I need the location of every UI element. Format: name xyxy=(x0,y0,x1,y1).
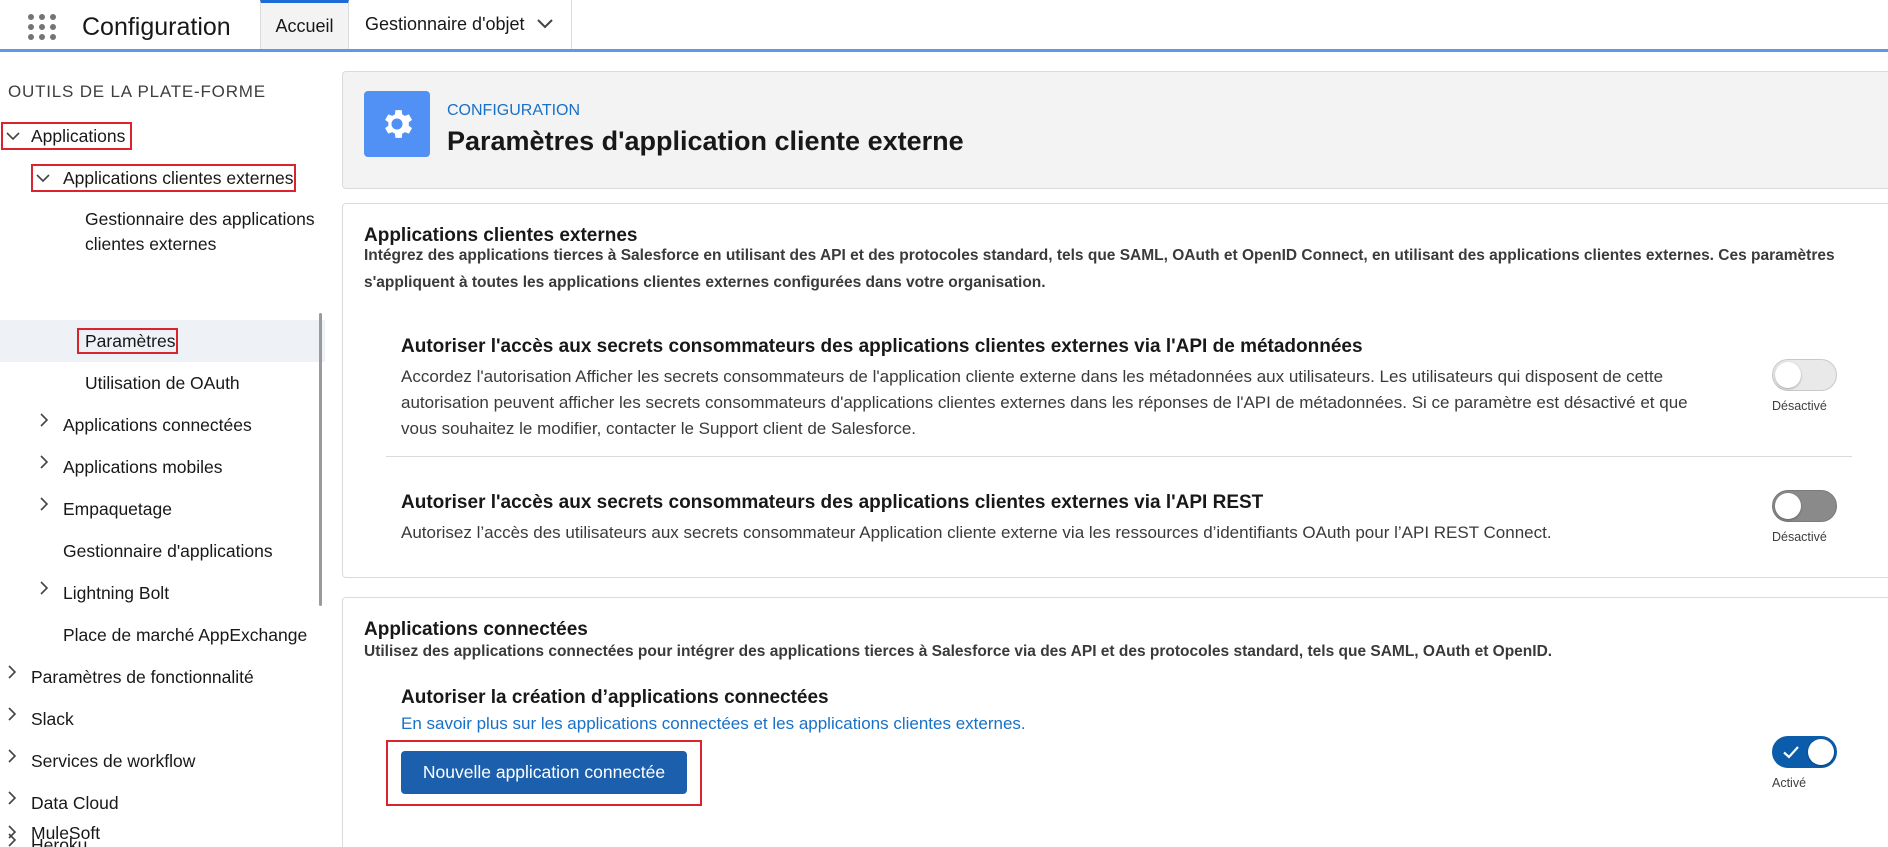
sidebar-item-lightning-bolt[interactable]: Lightning Bolt xyxy=(63,581,169,606)
breadcrumb[interactable]: CONFIGURATION xyxy=(447,102,580,120)
setting-desc-rest-api: Autorisez l’accès des utilisateurs aux s… xyxy=(401,523,1552,542)
sidebar-item-packaging[interactable]: Empaquetage xyxy=(63,497,172,522)
card-description-line: Intégrez des applications tierces à Sale… xyxy=(364,247,1835,264)
toggle-knob xyxy=(1775,493,1801,519)
chevron-right-icon[interactable] xyxy=(8,707,17,721)
toggle-state-label: Désactivé xyxy=(1772,399,1827,413)
setting-desc-line: vous souhaitez le modifier, contacter le… xyxy=(401,419,917,438)
page-title: Paramètres d'application cliente externe xyxy=(447,126,964,156)
sidebar-item-connected-apps[interactable]: Applications connectées xyxy=(63,413,252,438)
sidebar-item-external-client-apps[interactable]: Applications clientes externes xyxy=(63,166,294,191)
app-title: Configuration xyxy=(82,13,231,41)
chevron-down-icon[interactable] xyxy=(36,174,50,183)
sidebar-item-appexchange[interactable]: Place de marché AppExchange xyxy=(63,623,307,648)
chevron-right-icon[interactable] xyxy=(8,791,17,805)
sidebar-item-mulesoft[interactable]: MuleSoft xyxy=(31,821,100,846)
app-launcher-icon[interactable] xyxy=(28,14,58,41)
sidebar-item-settings[interactable]: Paramètres xyxy=(85,329,175,354)
gear-icon xyxy=(364,91,430,157)
sidebar-item-label: Gestionnaire des applications xyxy=(85,209,315,229)
chevron-right-icon[interactable] xyxy=(40,497,49,511)
sidebar-item-mobile-apps[interactable]: Applications mobiles xyxy=(63,455,223,480)
checkmark-icon xyxy=(1783,746,1799,759)
setting-title-allow-connected-apps: Autoriser la création d’applications con… xyxy=(401,687,829,708)
divider xyxy=(386,456,1852,457)
setting-title-metadata-api: Autoriser l'accès aux secrets consommate… xyxy=(401,336,1363,357)
toggle-knob xyxy=(1808,739,1834,765)
sidebar-item-data-cloud[interactable]: Data Cloud xyxy=(31,791,119,816)
sidebar-heading: OUTILS DE LA PLATE-FORME xyxy=(8,82,266,101)
allow-connected-apps-toggle[interactable] xyxy=(1772,736,1837,768)
tab-home[interactable]: Accueil xyxy=(260,0,349,49)
sidebar-item-app-manager[interactable]: Gestionnaire d'applications xyxy=(63,539,273,564)
new-connected-app-button[interactable]: Nouvelle application connectée xyxy=(401,751,687,794)
chevron-right-icon[interactable] xyxy=(40,581,49,595)
setup-sidebar: OUTILS DE LA PLATE-FORME Applications Ap… xyxy=(0,55,325,847)
setting-title-rest-api: Autoriser l'accès aux secrets consommate… xyxy=(401,492,1264,513)
sidebar-item-oauth-usage[interactable]: Utilisation de OAuth xyxy=(85,371,240,396)
chevron-right-icon[interactable] xyxy=(8,749,17,763)
toggle-knob xyxy=(1775,362,1801,388)
chevron-right-icon[interactable] xyxy=(8,665,17,679)
sidebar-item-feature-settings[interactable]: Paramètres de fonctionnalité xyxy=(31,665,254,690)
setting-desc-line: autorisation peuvent afficher les secret… xyxy=(401,393,1688,412)
setting-desc-line: Accordez l'autorisation Afficher les sec… xyxy=(401,367,1664,386)
card-description: Utilisez des applications connectées pou… xyxy=(364,643,1553,660)
chevron-down-icon[interactable] xyxy=(537,19,553,29)
sidebar-scrollbar[interactable] xyxy=(319,313,322,606)
metadata-api-toggle[interactable] xyxy=(1772,359,1837,391)
setting-desc-metadata-api: Accordez l'autorisation Afficher les sec… xyxy=(401,364,1688,442)
external-client-apps-card: Applications clientes externes Intégrez … xyxy=(342,203,1888,578)
toggle-state-label: Activé xyxy=(1772,776,1807,790)
tab-object-manager[interactable]: Gestionnaire d'objet xyxy=(349,0,572,49)
sidebar-item-workflow-services[interactable]: Services de workflow xyxy=(31,749,195,774)
global-header: Configuration Accueil Gestionnaire d'obj… xyxy=(0,0,1888,52)
card-description-line: s'appliquent à toutes les applications c… xyxy=(364,274,1046,291)
page-header: CONFIGURATION Paramètres d'application c… xyxy=(342,71,1888,189)
sidebar-item-slack[interactable]: Slack xyxy=(31,707,74,732)
tab-object-manager-label: Gestionnaire d'objet xyxy=(365,14,525,34)
toggle-state-label: Désactivé xyxy=(1772,530,1827,544)
sidebar-item-label: clientes externes xyxy=(85,234,217,254)
connected-apps-card: Applications connectées Utilisez des app… xyxy=(342,597,1888,847)
chevron-down-icon[interactable] xyxy=(6,132,20,141)
chevron-right-icon[interactable] xyxy=(40,413,49,427)
main-content: CONFIGURATION Paramètres d'application c… xyxy=(325,55,1888,847)
rest-api-toggle[interactable] xyxy=(1772,490,1837,522)
sidebar-item-external-client-app-manager[interactable]: Gestionnaire des applications clientes e… xyxy=(85,207,315,257)
chevron-right-icon[interactable] xyxy=(8,825,17,839)
chevron-right-icon[interactable] xyxy=(40,455,49,469)
card-description: Intégrez des applications tierces à Sale… xyxy=(364,242,1864,296)
learn-more-link[interactable]: En savoir plus sur les applications conn… xyxy=(401,714,1026,734)
sidebar-item-applications[interactable]: Applications xyxy=(31,124,125,149)
